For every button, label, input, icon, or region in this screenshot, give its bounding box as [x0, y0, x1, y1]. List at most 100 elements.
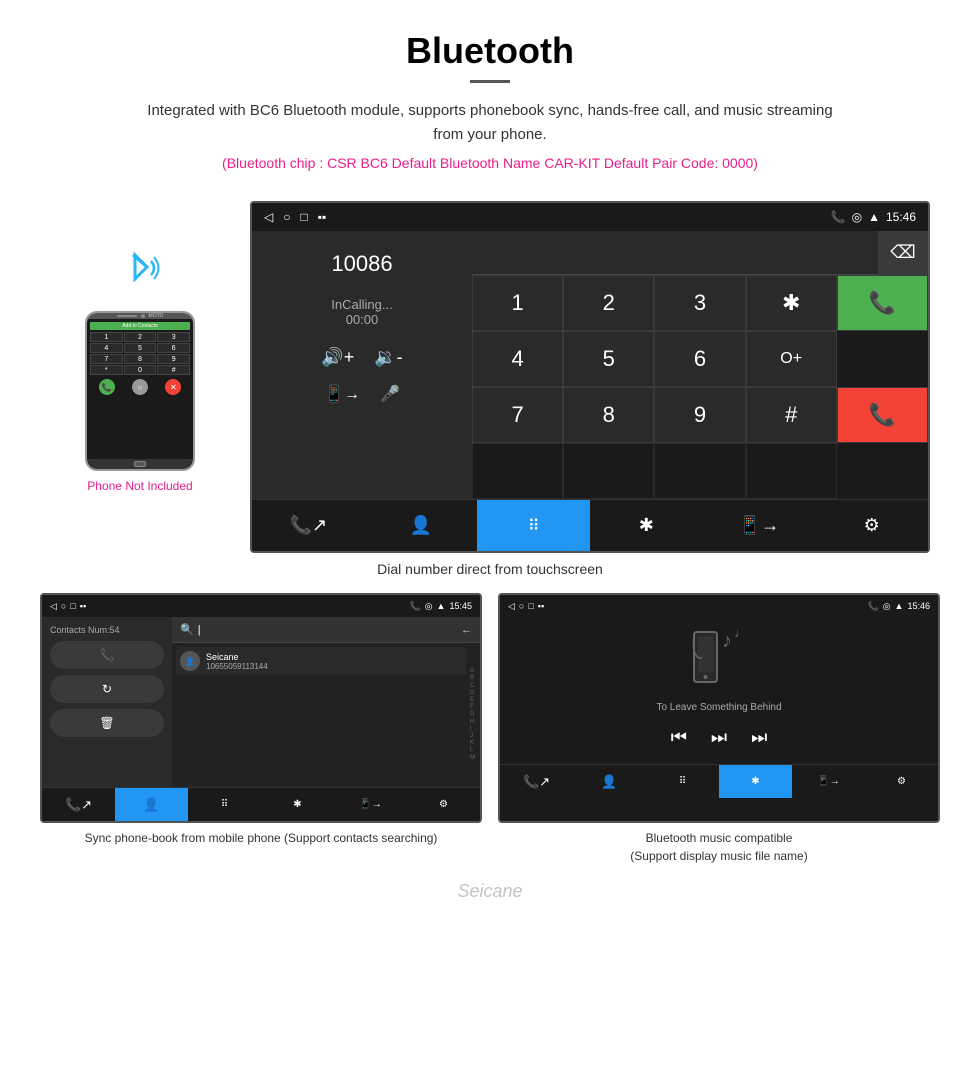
- nav-dialpad-button[interactable]: ⠿: [477, 500, 590, 551]
- contacts-phone-icon: 📞: [409, 601, 420, 612]
- svg-text:♪: ♪: [722, 630, 732, 652]
- extra-controls: 📱→ 🎤: [324, 384, 400, 404]
- contact-call-button[interactable]: 📞: [50, 641, 164, 669]
- svg-text:♩: ♩: [734, 627, 748, 640]
- music-status-left: ◁ ○ □ ▪▪: [508, 598, 544, 614]
- nav-bluetooth-button[interactable]: ✱: [590, 500, 703, 551]
- music-phone-music-icon: ♪ ♩: [684, 627, 754, 687]
- page-header: Bluetooth Integrated with BC6 Bluetooth …: [0, 0, 980, 201]
- contacts-status-left: ◁ ○ □ ▪▪: [50, 598, 86, 614]
- keypad-6[interactable]: 6: [654, 331, 745, 387]
- contacts-count: Contacts Num:54: [50, 625, 164, 635]
- backspace-button[interactable]: ⌫: [878, 231, 928, 275]
- music-prev-button[interactable]: ⏮: [671, 727, 687, 748]
- contact-name: Seicane: [206, 652, 462, 662]
- call-answer-button[interactable]: 📞: [837, 275, 928, 331]
- music-controls: ⏮ ⏭ ⏭: [671, 727, 768, 748]
- volume-up-button[interactable]: 🔊+: [321, 347, 354, 368]
- dial-caption: Dial number direct from touchscreen: [0, 561, 980, 577]
- contacts-main: 🔍 | ← 👤 Seicane 10655059113144: [172, 617, 480, 787]
- main-screen-section: MOTO Add to Contacts 1 2 3 4 5 6 7 8 9 *…: [0, 201, 980, 553]
- android-status-bar: ◁ ○ □ ▪▪ 📞 ◎ ▲ 15:46: [252, 203, 928, 231]
- contacts-nav-settings[interactable]: ⚙: [407, 788, 480, 821]
- contacts-nav-dialpad[interactable]: ⠿: [188, 788, 261, 821]
- call-end-button[interactable]: 📞: [837, 387, 928, 443]
- keypad-star[interactable]: ✱: [746, 275, 837, 331]
- android-dial-content: 10086 InCalling... 00:00 🔊+ 🔉- 📱→ 🎤 ⌫: [252, 231, 928, 499]
- music-nav-dialpad[interactable]: ⠿: [646, 765, 719, 798]
- nav-phone-transfer-button[interactable]: 📱→: [703, 500, 816, 551]
- call-status: InCalling...: [331, 297, 392, 312]
- music-nav-bluetooth[interactable]: ✱: [719, 765, 792, 798]
- phone-mockup-left: MOTO Add to Contacts 1 2 3 4 5 6 7 8 9 *…: [50, 201, 250, 553]
- keypad-5[interactable]: 5: [563, 331, 654, 387]
- contacts-notif-icon: ▪▪: [80, 601, 86, 611]
- phonebook-caption: Sync phone-book from mobile phone (Suppo…: [40, 829, 482, 847]
- nav-calls-button[interactable]: 📞↗: [252, 500, 365, 551]
- music-status-bar: ◁ ○ □ ▪▪ 📞 ◎ ▲ 15:46: [500, 595, 938, 617]
- keypad-empty3: [654, 443, 745, 499]
- dial-input-row: ⌫: [472, 231, 928, 275]
- music-nav-contacts[interactable]: 👤: [573, 765, 646, 798]
- bluetooth-specs: (Bluetooth chip : CSR BC6 Default Blueto…: [20, 155, 960, 171]
- contacts-nav-contacts[interactable]: 👤: [115, 788, 188, 821]
- keypad-4[interactable]: 4: [472, 331, 563, 387]
- music-play-pause-button[interactable]: ⏭: [711, 727, 727, 748]
- music-main-content: ♪ ♩ To Leave Something Behind ⏮ ⏭ ⏭: [500, 617, 938, 764]
- title-divider: [470, 80, 510, 83]
- contacts-search-backspace[interactable]: ←: [461, 624, 472, 636]
- contacts-nav-bluetooth[interactable]: ✱: [261, 788, 334, 821]
- contacts-search-bar: 🔍 | ←: [172, 617, 480, 643]
- keypad-hash[interactable]: #: [746, 387, 837, 443]
- contact-sync-button[interactable]: ↻: [50, 675, 164, 703]
- keypad-empty1: [472, 443, 563, 499]
- dial-input[interactable]: [472, 244, 878, 262]
- music-song-title: To Leave Something Behind: [656, 702, 781, 713]
- contact-info: Seicane 10655059113144: [206, 652, 462, 671]
- transfer-button[interactable]: 📱→: [324, 384, 360, 404]
- contacts-sidebar: Contacts Num:54 📞 ↻ 🗑: [42, 617, 172, 787]
- nav-settings-button[interactable]: ⚙: [815, 500, 928, 551]
- phonebook-caption-text: Sync phone-book from mobile phone (Suppo…: [85, 831, 438, 845]
- music-home-icon: ○: [519, 601, 524, 611]
- contacts-home-icon: ○: [61, 601, 66, 611]
- music-recents-icon: □: [528, 601, 533, 611]
- mute-button[interactable]: 🎤: [380, 384, 400, 404]
- music-wifi-icon: ▲: [895, 601, 904, 611]
- contact-delete-button[interactable]: 🗑: [50, 709, 164, 737]
- keypad-3[interactable]: 3: [654, 275, 745, 331]
- keypad-9[interactable]: 9: [654, 387, 745, 443]
- home-icon: ○: [283, 210, 290, 224]
- nav-contacts-button[interactable]: 👤: [365, 500, 478, 551]
- keypad-0plus[interactable]: O+: [746, 331, 837, 387]
- phone-status-icon: 📞: [831, 210, 846, 224]
- contact-item-seicane[interactable]: 👤 Seicane 10655059113144: [176, 647, 466, 675]
- call-timer: 00:00: [346, 312, 379, 327]
- contacts-nav-calls[interactable]: 📞↗: [42, 788, 115, 821]
- keypad-8[interactable]: 8: [563, 387, 654, 443]
- music-nav-settings[interactable]: ⚙: [865, 765, 938, 798]
- page-description: Integrated with BC6 Bluetooth module, su…: [140, 99, 840, 147]
- contacts-loc-icon: ◎: [425, 601, 433, 612]
- contacts-wifi-icon: ▲: [437, 601, 446, 611]
- keypad-7[interactable]: 7: [472, 387, 563, 443]
- music-icon-area: ♪ ♩: [684, 627, 754, 692]
- contacts-nav-transfer[interactable]: 📱→: [334, 788, 407, 821]
- contact-avatar: 👤: [180, 651, 200, 671]
- page-title: Bluetooth: [20, 30, 960, 72]
- bluetooth-wave-icon: [115, 243, 165, 303]
- contacts-status-bar: ◁ ○ □ ▪▪ 📞 ◎ ▲ 15:45: [42, 595, 480, 617]
- music-nav-calls[interactable]: 📞↗: [500, 765, 573, 798]
- watermark: Seicane: [0, 875, 980, 908]
- music-nav-transfer[interactable]: 📱→: [792, 765, 865, 798]
- keypad-grid: 1 2 3 ✱ 📞 4 5 6 O+ 7 8 9 #: [472, 275, 928, 499]
- keypad-1[interactable]: 1: [472, 275, 563, 331]
- contacts-nav-bar: 📞↗ 👤 ⠿ ✱ 📱→ ⚙: [42, 787, 480, 821]
- back-arrow-icon: ◁: [264, 210, 273, 224]
- dial-right-panel: ⌫ 1 2 3 ✱ 📞 4 5 6 O+ 7: [472, 231, 928, 499]
- volume-down-button[interactable]: 🔉-: [374, 347, 402, 368]
- music-android-screen: ◁ ○ □ ▪▪ 📞 ◎ ▲ 15:46: [498, 593, 940, 823]
- music-next-button[interactable]: ⏭: [751, 727, 767, 748]
- android-nav-bar: 📞↗ 👤 ⠿ ✱ 📱→ ⚙: [252, 499, 928, 551]
- keypad-2[interactable]: 2: [563, 275, 654, 331]
